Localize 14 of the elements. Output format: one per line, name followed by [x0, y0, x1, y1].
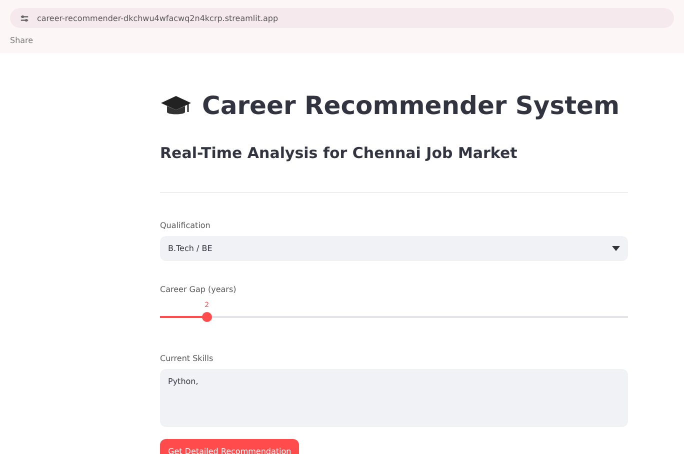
- site-settings-icon[interactable]: [20, 14, 29, 22]
- dropdown-caret-icon: [612, 246, 620, 251]
- field-label: Current Skills: [160, 354, 214, 363]
- slider-handle[interactable]: [202, 312, 212, 322]
- app-title: Career Recommender System: [202, 91, 620, 120]
- qualification-select[interactable]: B.Tech / BE: [160, 236, 628, 261]
- app-subtitle: Real-Time Analysis for Chennai Job Market: [160, 144, 518, 162]
- url-text: career-recommender-dkchwu4wfacwq2n4kcrp.streamlit.app: [37, 14, 278, 22]
- field-label: Career Gap (years): [160, 285, 236, 294]
- address-bar[interactable]: career-recommender-dkchwu4wfacwq2n4kcrp.streamlit.app: [10, 8, 674, 28]
- toolbar-text[interactable]: Share: [10, 36, 34, 45]
- skills-input[interactable]: Python,: [160, 369, 628, 427]
- recommendation-button[interactable]: Get Detailed Recommendation: [160, 439, 300, 454]
- field-label: Qualification: [160, 221, 210, 230]
